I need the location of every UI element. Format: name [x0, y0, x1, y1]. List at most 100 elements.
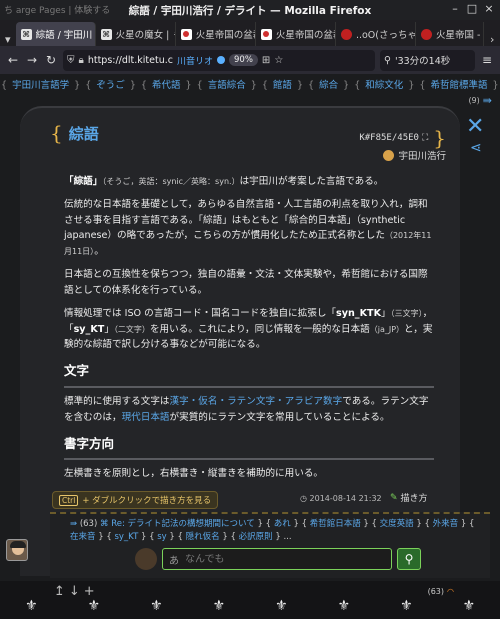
tab-list-icon[interactable]: ▾ [0, 33, 16, 46]
tab-mars-witch[interactable]: ⌘ 火星の魔女 | ㇻ [96, 22, 176, 46]
window-titlebar: ち arge Pages | 体験する 綜語 / 宇田川浩行 / デライト — … [0, 0, 500, 20]
inline-link[interactable]: 漢字・仮名・ラテン文字・アラビア数字 [170, 396, 343, 407]
annotation: （ja_JP） [369, 324, 405, 334]
url-bar[interactable]: ⛨ 🔒︎ https://dlt.kitetu.c 川音リオ 90% ⊞ ☆ [63, 49, 375, 71]
topnav-count-text: (9) [468, 96, 480, 105]
tab-label: 火星の魔女 | ㇻ [115, 30, 176, 41]
tag-link[interactable]: 外来音 [433, 519, 459, 529]
share-icon[interactable]: ⋖ [470, 140, 482, 156]
zoom-level[interactable]: 90% [229, 54, 258, 66]
text: 情報処理では ISO の言語コード・国名コードを独自に拡張し「 [64, 307, 337, 319]
search-bar-text[interactable]: '33分の14秒 [395, 53, 450, 67]
emblem-icon: ⚜ [337, 598, 351, 614]
topnav-link[interactable]: 館語 [273, 80, 292, 91]
tab-mars-empire-bonsai-2[interactable]: 火星帝国の盆裁 [256, 22, 336, 46]
tab-sacchan[interactable]: ..oO(さっちゃん [336, 22, 417, 46]
text: は宇田川が考案した言語である。 [239, 176, 384, 187]
topnav-link[interactable]: 和綜文化 [365, 80, 403, 91]
back-button[interactable]: ← [6, 53, 20, 67]
nav-bar: ← → ↻ ⛨ 🔒︎ https://dlt.kitetu.c 川音リオ 90%… [0, 46, 500, 74]
date-text: 2014-08-14 21:32 [309, 494, 382, 503]
tag-link[interactable]: Re: デライト記法の構想期間について [111, 519, 255, 529]
topnav-link[interactable]: 言語綜合 [208, 80, 246, 91]
pen-icon: ✎ [390, 492, 398, 503]
expand-icon[interactable]: ⛶ [422, 133, 428, 143]
search-bar[interactable]: ⚲ '33分の14秒 [380, 49, 475, 71]
topnav-count: (9) ⇛ [468, 94, 492, 107]
tag-link[interactable]: 希哲館日本語 [310, 519, 361, 529]
minimize-button[interactable]: – [447, 2, 463, 15]
draw-button[interactable]: ✎ 描き方 [390, 491, 428, 505]
ctrl-key: Ctrl [59, 494, 79, 506]
tag-link[interactable]: 交度英語 [380, 519, 414, 529]
author-info[interactable]: 宇田川浩行 [383, 148, 446, 162]
search-field[interactable]: あ [162, 548, 392, 570]
code: syn_KTK [336, 307, 382, 319]
search-button[interactable]: ⚲ [397, 548, 421, 570]
reload-button[interactable]: ↻ [44, 53, 58, 67]
input-mode-icon[interactable]: あ [169, 552, 179, 567]
topnav-link[interactable]: 綜合 [319, 80, 338, 91]
text: 。 [94, 246, 104, 258]
maximize-button[interactable]: □ [464, 2, 480, 15]
topnav-link[interactable]: 希哲館標準語 [431, 80, 488, 91]
tag-link[interactable]: sy [157, 532, 166, 542]
window-title: 綜語 / 宇田川浩行 / デライト — Mozilla Firefox [128, 5, 372, 17]
topnav-link[interactable]: 希代語 [152, 80, 181, 91]
rss-icon[interactable]: ◠ [447, 587, 454, 596]
tab-label: 火星帝国の盆裁 [275, 30, 336, 41]
text: 」 [381, 307, 391, 319]
shield-icon[interactable]: ⛨ [67, 55, 75, 66]
text: 標準的に使用する文字は [64, 395, 170, 407]
annotation: （二文字） [113, 324, 150, 334]
text: を用いる。これにより，同じ情報を一般的な日本語 [149, 323, 370, 335]
grid-icon[interactable]: ⊞ [262, 55, 270, 66]
emblem-icon: ⚜ [274, 598, 288, 614]
inline-link[interactable]: 現代日本語 [122, 412, 170, 423]
next-arrow-icon[interactable]: ⇛ [483, 94, 492, 107]
forward-button[interactable]: → [25, 53, 39, 67]
topnav-link[interactable]: ぞうご [96, 80, 125, 91]
red-circle-icon [421, 28, 433, 40]
tag-link[interactable]: sy_KT [114, 532, 138, 542]
related-topics-nav: { 宇田川言語学 } { ぞうご } { 希代語 } { 言語綜合 } { 館語… [1, 80, 499, 91]
author-name[interactable]: 宇田川浩行 [398, 148, 446, 162]
bookmark-star-icon[interactable]: ☆ [274, 55, 283, 66]
footer-count-text: (63) [427, 587, 445, 596]
emblem-row: ⚜ ⚜ ⚜ ⚜ ⚜ ⚜ ⚜ ⚜ [0, 597, 500, 619]
text: 日本語との互換性を保ちつつ，独自の語彙・文法・文体実験や，希哲館における国際語と… [64, 269, 428, 296]
section-heading: 文字 [64, 361, 434, 388]
delite-icon: ⌘ [99, 519, 109, 529]
lock-icon[interactable]: 🔒︎ [79, 55, 84, 66]
red-dot-icon [260, 28, 272, 40]
forward-arrow-icon: ⇛ [70, 519, 78, 529]
annotation: （三文字） [390, 308, 423, 318]
tab-label: 火星帝国 - 画 [436, 30, 483, 41]
close-window-button[interactable]: × [481, 2, 497, 15]
tab-sougo[interactable]: ⌘ 綜語 / 宇田川 × [15, 22, 96, 46]
tab-overflow-icon[interactable]: › [484, 33, 500, 46]
tag-link[interactable]: 在来音 [70, 532, 96, 542]
draw-label: 描き方 [400, 494, 428, 504]
topnav-link[interactable]: 宇田川言語学 [12, 80, 69, 91]
character-icon [135, 548, 157, 570]
user-avatar[interactable] [6, 539, 28, 561]
tab-bar: ▾ ⌘ 綜語 / 宇田川 × ⌘ 火星の魔女 | ㇻ 火星帝国の盆裁 火星帝国の… [0, 20, 500, 46]
hexcode-text[interactable]: K#F85E/45E0 [359, 133, 419, 143]
extension-dot-icon[interactable] [217, 56, 226, 64]
tag-link[interactable]: 隠れ仮名 [186, 532, 220, 542]
tab-mars-empire-image[interactable]: 火星帝国 - 画 [416, 22, 485, 46]
extension-label[interactable]: 川音リオ [177, 54, 213, 67]
tab-mars-empire-bonsai-1[interactable]: 火星帝国の盆裁 [176, 22, 256, 46]
app-menu-button[interactable]: ≡ [480, 53, 494, 67]
url-text[interactable]: https://dlt.kitetu.c [88, 55, 173, 66]
more-tags[interactable]: ... [283, 532, 291, 542]
text: 」 [104, 323, 114, 335]
paragraph: 日本語との互換性を保ちつつ，独自の語彙・文法・文体実験や，希哲館における国際語と… [64, 267, 434, 299]
search-input[interactable] [185, 553, 375, 565]
close-icon[interactable]: ✕ [466, 114, 484, 139]
tag-link[interactable]: あれ [274, 519, 291, 529]
tag-link[interactable]: 必訳原則 [239, 532, 273, 542]
emblem-icon: ⚜ [87, 598, 101, 614]
section-heading: 書字方向 [64, 434, 434, 461]
